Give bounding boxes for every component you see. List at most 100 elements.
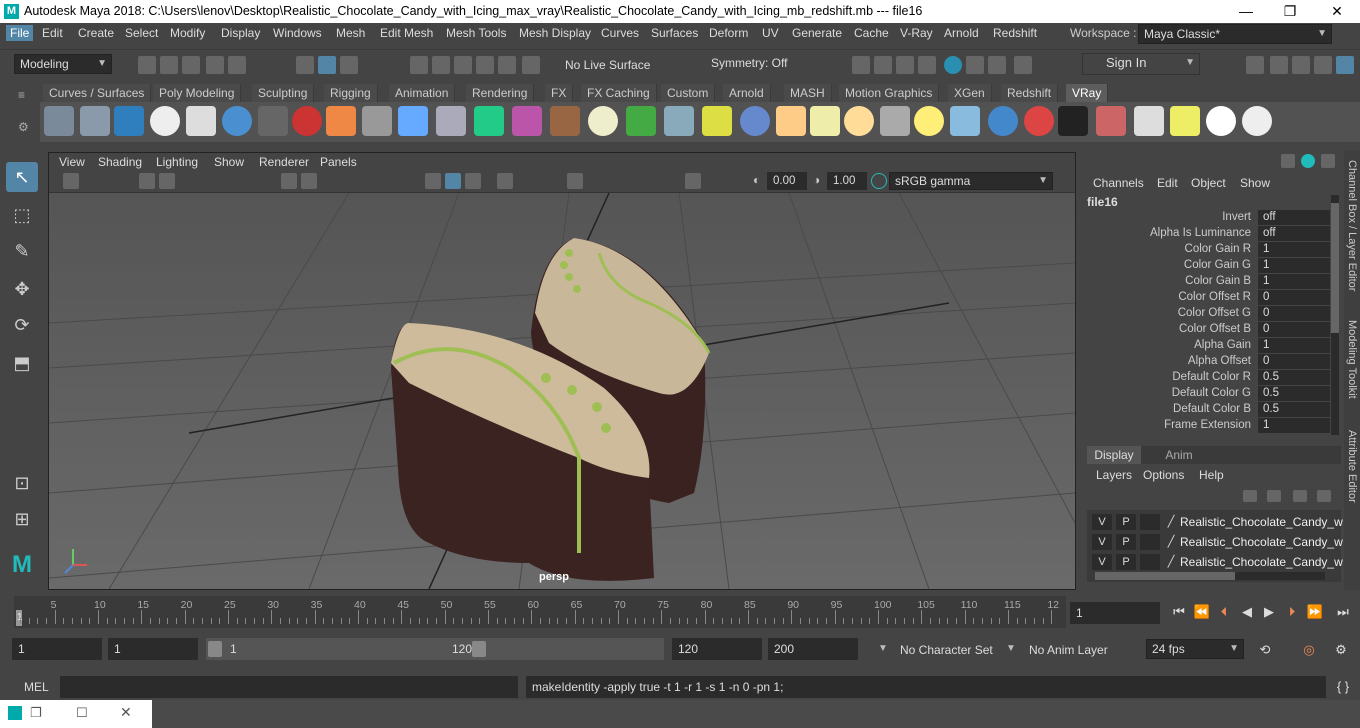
current-frame-field[interactable]: 1 xyxy=(1070,602,1160,624)
layer-help-menu[interactable]: Help xyxy=(1199,468,1224,482)
open-scene-icon[interactable] xyxy=(160,56,178,74)
side-tab-attribute-editor[interactable]: Attribute Editor xyxy=(1346,430,1358,503)
vray-cloud-icon[interactable] xyxy=(1206,106,1236,136)
side-tab-modeling-toolkit[interactable]: Modeling Toolkit xyxy=(1346,320,1358,399)
shelf-tab-xgen[interactable]: XGen xyxy=(948,84,992,102)
layer-display-type[interactable] xyxy=(1140,534,1160,550)
layer-color-icon[interactable]: ╱ xyxy=(1164,534,1178,550)
redshift-render-icon[interactable] xyxy=(988,56,1006,74)
layer-playback-toggle[interactable]: P xyxy=(1116,514,1136,530)
vray-render-icon[interactable] xyxy=(966,56,984,74)
playback-end-field[interactable]: 120 xyxy=(672,638,762,660)
side-tab-channel-box[interactable]: Channel Box / Layer Editor xyxy=(1346,160,1358,291)
layer-list-hscrollbar[interactable] xyxy=(1095,572,1325,580)
layer-display-type[interactable] xyxy=(1140,554,1160,570)
shelf-tab-vray[interactable]: VRay xyxy=(1066,84,1109,102)
go-to-end-icon[interactable]: ⏭ xyxy=(1334,603,1352,621)
script-editor-icon[interactable]: { } xyxy=(1334,678,1352,696)
vray-environment-icon[interactable] xyxy=(474,106,504,136)
layer-name[interactable]: Realistic_Chocolate_Candy_w xyxy=(1180,535,1343,549)
timeline-track[interactable]: 1 51015202530354045505560657075808590951… xyxy=(14,596,1066,628)
exposure-field[interactable]: 0.00 xyxy=(767,172,807,190)
shelf-tab-rendering[interactable]: Rendering xyxy=(466,84,535,102)
select-tool-icon[interactable]: ↖ xyxy=(6,162,38,192)
render-settings-icon[interactable] xyxy=(918,56,936,74)
vray-proxy-icon[interactable] xyxy=(80,106,110,136)
close-icon[interactable]: ✕ xyxy=(120,704,132,721)
new-layer-icon[interactable] xyxy=(1293,490,1307,502)
channel-value[interactable]: 0.5 xyxy=(1258,386,1330,401)
shelf-settings-gear-icon[interactable]: ⚙ xyxy=(18,120,29,134)
vray-log-icon[interactable] xyxy=(186,106,216,136)
tab-display[interactable]: Display xyxy=(1087,446,1141,464)
channel-value[interactable]: 0.5 xyxy=(1258,370,1330,385)
time-slider[interactable]: 1 5 10 15 20 25 30 35 40 45 50 55 60 65 70 75 80 85 90 95 1… xyxy=(0,594,1360,630)
menu-redshift[interactable]: Redshift xyxy=(989,25,1041,41)
mode-dropdown[interactable]: Modeling ▼ xyxy=(14,54,112,74)
menu-create[interactable]: Create xyxy=(74,25,118,41)
menu-vray[interactable]: V-Ray xyxy=(896,25,937,41)
layer-visibility-toggle[interactable]: V xyxy=(1092,554,1112,570)
shelf-tab-rigging[interactable]: Rigging xyxy=(324,84,378,102)
channel-value[interactable]: 1 xyxy=(1258,274,1330,289)
vray-curve-icon[interactable] xyxy=(702,106,732,136)
close-button[interactable]: ✕ xyxy=(1326,2,1348,20)
shelf-tab-redshift[interactable]: Redshift xyxy=(1001,84,1059,102)
layer-color-icon[interactable]: ╱ xyxy=(1164,554,1178,570)
play-backwards-icon[interactable]: ◀ xyxy=(1238,603,1256,621)
menu-cache[interactable]: Cache xyxy=(850,25,893,41)
channel-value[interactable]: 1 xyxy=(1258,258,1330,273)
layer-visibility-toggle[interactable]: V xyxy=(1092,514,1112,530)
channels-object-menu[interactable]: Object xyxy=(1191,176,1226,190)
command-input[interactable] xyxy=(60,676,518,698)
attribute-editor-icon[interactable] xyxy=(1270,56,1288,74)
pause-ipr-icon[interactable] xyxy=(1014,56,1032,74)
channel-row[interactable]: Color Gain R 1 xyxy=(1088,242,1330,258)
vray-fur-icon[interactable] xyxy=(512,106,542,136)
viewport-menu-renderer[interactable]: Renderer xyxy=(259,155,309,169)
channel-row[interactable]: Default Color G 0.5 xyxy=(1088,386,1330,402)
shelf-tab-fx[interactable]: FX xyxy=(545,84,574,102)
undo-icon[interactable] xyxy=(206,56,224,74)
channel-box-edit-icon[interactable] xyxy=(1321,154,1335,168)
channel-row[interactable]: Color Offset G 0 xyxy=(1088,306,1330,322)
layer-row[interactable]: V P ╱ Realistic_Chocolate_Candy_w xyxy=(1092,513,1343,531)
anim-layer-label[interactable]: No Anim Layer xyxy=(1029,643,1108,657)
new-scene-icon[interactable] xyxy=(138,56,156,74)
animation-preferences-icon[interactable]: ⚙ xyxy=(1332,641,1350,659)
menu-uv[interactable]: UV xyxy=(758,25,783,41)
layer-editor-icon[interactable] xyxy=(1336,56,1354,74)
textured-icon[interactable] xyxy=(465,173,481,189)
scale-tool-icon[interactable]: ⬒ xyxy=(6,348,38,378)
vray-frame-buffer-icon[interactable] xyxy=(114,106,144,136)
vray-logo-icon[interactable] xyxy=(150,106,180,136)
layer-name[interactable]: Realistic_Chocolate_Candy_w xyxy=(1180,515,1343,529)
channel-box-scrollbar[interactable] xyxy=(1331,195,1339,435)
vray-grass-icon[interactable] xyxy=(626,106,656,136)
menu-deform[interactable]: Deform xyxy=(705,25,752,41)
film-gate-icon[interactable] xyxy=(301,173,317,189)
vray-fire-icon[interactable] xyxy=(326,106,356,136)
resolution-gate-icon[interactable] xyxy=(685,173,701,189)
menu-edit[interactable]: Edit xyxy=(38,25,67,41)
channel-value[interactable]: off xyxy=(1258,210,1330,225)
shelf-tab-mash[interactable]: MASH xyxy=(784,84,832,102)
tab-anim[interactable]: Anim xyxy=(1157,446,1201,464)
channel-row[interactable]: Color Offset B 0 xyxy=(1088,322,1330,338)
layer-color-icon[interactable]: ╱ xyxy=(1164,514,1178,530)
channel-box-icon[interactable] xyxy=(1314,56,1332,74)
wireframe-icon[interactable] xyxy=(425,173,441,189)
vray-omni-light-icon[interactable] xyxy=(844,106,874,136)
shelf-menu-icon[interactable]: ≡ xyxy=(18,88,25,102)
channel-value[interactable]: 0.5 xyxy=(1258,402,1330,417)
four-view-layout-icon[interactable]: ⊞ xyxy=(6,504,38,534)
vray-sphere-fade-icon[interactable] xyxy=(292,106,322,136)
menu-mesh[interactable]: Mesh xyxy=(332,25,369,41)
ipr-render-icon[interactable] xyxy=(896,56,914,74)
channel-row[interactable]: Default Color B 0.5 xyxy=(1088,402,1330,418)
hypershade-icon[interactable] xyxy=(944,56,962,74)
channel-row[interactable]: Invert off xyxy=(1088,210,1330,226)
channel-value[interactable]: 0 xyxy=(1258,290,1330,305)
scene-view[interactable] xyxy=(49,193,1075,589)
snap-curve-icon[interactable] xyxy=(432,56,450,74)
